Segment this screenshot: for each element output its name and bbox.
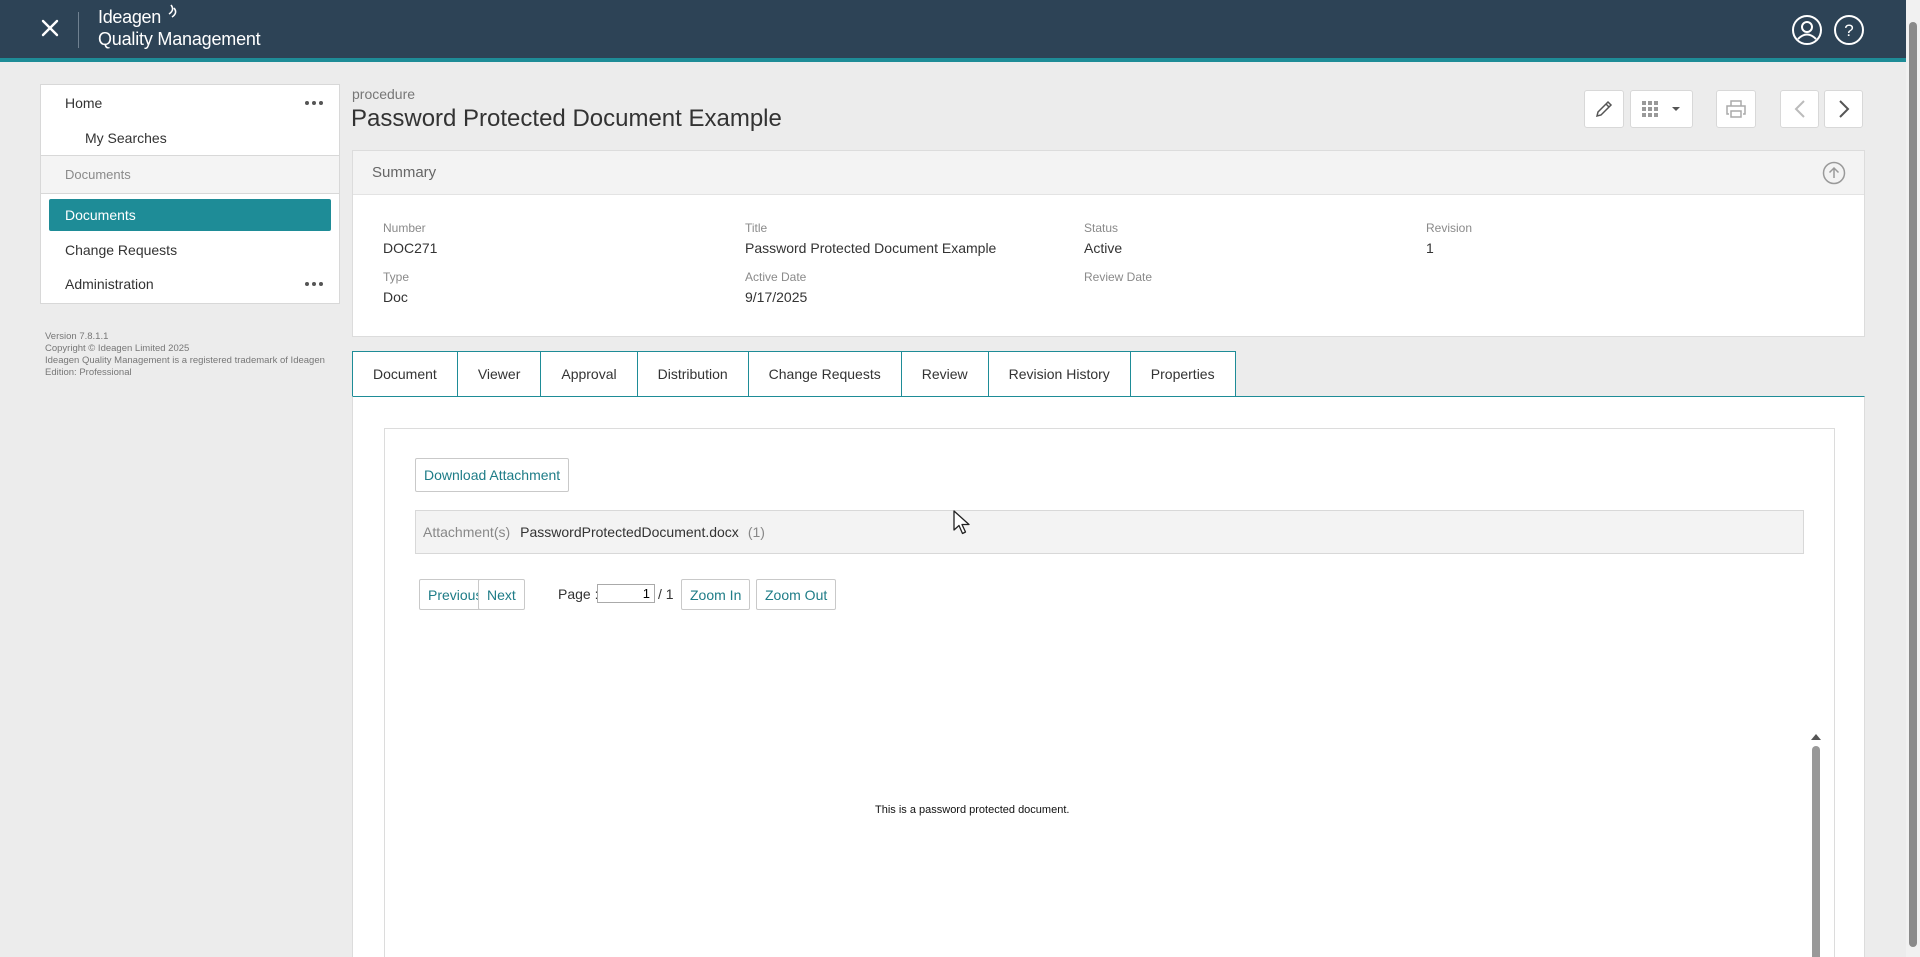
field-label: Active Date [745,270,807,284]
previous-record-button[interactable] [1780,90,1819,128]
printer-icon [1726,100,1746,118]
page-number-input[interactable] [597,584,655,603]
sidebar-item-label: My Searches [85,130,167,146]
scroll-up-arrow-icon[interactable] [1811,734,1821,740]
field-value: 9/17/2025 [745,289,808,305]
version-info: Version 7.8.1.1 Copyright © Ideagen Limi… [45,331,325,379]
close-icon[interactable] [36,14,64,42]
summary-title: Summary [372,164,437,181]
field-label: Type [383,270,410,284]
next-record-button[interactable] [1824,90,1863,128]
edit-button[interactable] [1584,90,1624,128]
document-viewer: Download Attachment Attachment(s) Passwo… [384,428,1835,957]
page-scrollbar[interactable] [1906,0,1920,957]
field-revision: Revision 1 [1426,221,1472,256]
chevron-down-icon [1672,107,1680,111]
tab-properties[interactable]: Properties [1130,351,1236,397]
sidebar-item-home[interactable]: Home [41,85,339,121]
tab-change-requests[interactable]: Change Requests [748,351,902,397]
chevron-right-icon [1838,100,1849,118]
field-value: 1 [1426,240,1434,256]
page-title: Password Protected Document Example [351,105,782,132]
field-title: Title Password Protected Document Exampl… [745,221,996,256]
field-active-date: Active Date 9/17/2025 [745,270,807,305]
grid-icon [1642,101,1658,117]
sidebar-item-label: Administration [65,276,154,292]
divider [41,193,339,194]
field-type: Type Doc [383,270,409,305]
more-options-icon[interactable] [305,282,323,286]
field-status: Status Active [1084,221,1122,256]
collapse-arrow-up-icon[interactable] [1822,161,1846,185]
zoom-out-button[interactable]: Zoom Out [756,579,837,610]
apps-menu-button[interactable] [1630,90,1693,128]
sidebar: Home My Searches Documents Documents Cha… [40,84,340,304]
field-value: Password Protected Document Example [745,240,997,256]
field-label: Status [1084,221,1119,235]
sidebar-item-administration[interactable]: Administration [41,267,339,301]
field-label: Revision [1426,221,1473,235]
version-text: Version 7.8.1.1 [45,331,109,342]
print-button[interactable] [1716,90,1756,128]
sidebar-item-label: Home [65,95,103,111]
brand-bottom-text: Quality Management [98,29,261,49]
page-scrollbar-thumb[interactable] [1909,22,1917,947]
download-attachment-button[interactable]: Download Attachment [415,458,570,492]
sidebar-item-label: Change Requests [65,242,178,258]
svg-text:?: ? [1844,21,1853,40]
viewer-tab-panel: Download Attachment Attachment(s) Passwo… [352,396,1865,957]
more-options-icon[interactable] [305,101,323,105]
tab-bar: Document Viewer Approval Distribution Ch… [352,351,1236,397]
top-divider [78,12,79,48]
field-value: DOC271 [383,240,438,256]
field-label: Review Date [1084,270,1153,284]
chevron-left-icon [1794,100,1805,118]
tab-approval[interactable]: Approval [541,351,638,397]
tab-viewer[interactable]: Viewer [457,351,542,397]
field-value: Doc [383,289,408,305]
viewer-scrollbar-thumb[interactable] [1812,746,1820,957]
user-profile-icon[interactable] [1791,14,1823,46]
next-page-button[interactable]: Next [478,579,525,610]
mouse-cursor-icon [953,510,970,535]
page-total: / 1 [658,586,674,602]
tab-distribution[interactable]: Distribution [637,351,749,397]
brand-mark-icon [168,4,177,18]
pencil-icon [1595,100,1613,118]
brand-top-text: Ideagen [98,7,161,27]
help-icon[interactable]: ? [1833,14,1865,46]
trademark-text: Ideagen Quality Management is a register… [45,355,325,366]
copyright-text: Copyright © Ideagen Limited 2025 [45,343,190,354]
attachments-label: Attachment(s) [423,524,511,540]
summary-header[interactable]: Summary [353,151,1864,195]
tab-document[interactable]: Document [352,351,458,397]
page-label: Page : [558,586,599,602]
field-label: Title [745,221,768,235]
document-kind: procedure [352,86,416,102]
sidebar-item-documents[interactable]: Documents [49,199,331,231]
document-content-text: This is a password protected document. [875,804,1070,816]
zoom-in-button[interactable]: Zoom In [681,579,751,610]
field-value: Active [1084,240,1123,256]
viewer-scrollbar[interactable] [1810,734,1822,957]
summary-panel: Summary Number DOC271 Title Password Pro… [352,150,1865,337]
field-review-date: Review Date [1084,270,1152,284]
edition-text: Edition: Professional [45,367,132,378]
top-bar: Ideagen Quality Management ? [0,0,1920,62]
tab-revision-history[interactable]: Revision History [988,351,1131,397]
sidebar-item-my-searches[interactable]: My Searches [41,121,339,155]
sidebar-section-documents: Documents [41,156,339,193]
field-label: Number [383,221,426,235]
attachment-bar: Attachment(s) PasswordProtectedDocument.… [415,510,1804,554]
sidebar-item-change-requests[interactable]: Change Requests [41,233,339,267]
attachment-count: (1) [747,524,765,540]
field-number: Number DOC271 [383,221,437,256]
brand-logo: Ideagen Quality Management [98,4,261,50]
tab-review[interactable]: Review [901,351,989,397]
attachment-file-name[interactable]: PasswordProtectedDocument.docx [520,524,739,540]
